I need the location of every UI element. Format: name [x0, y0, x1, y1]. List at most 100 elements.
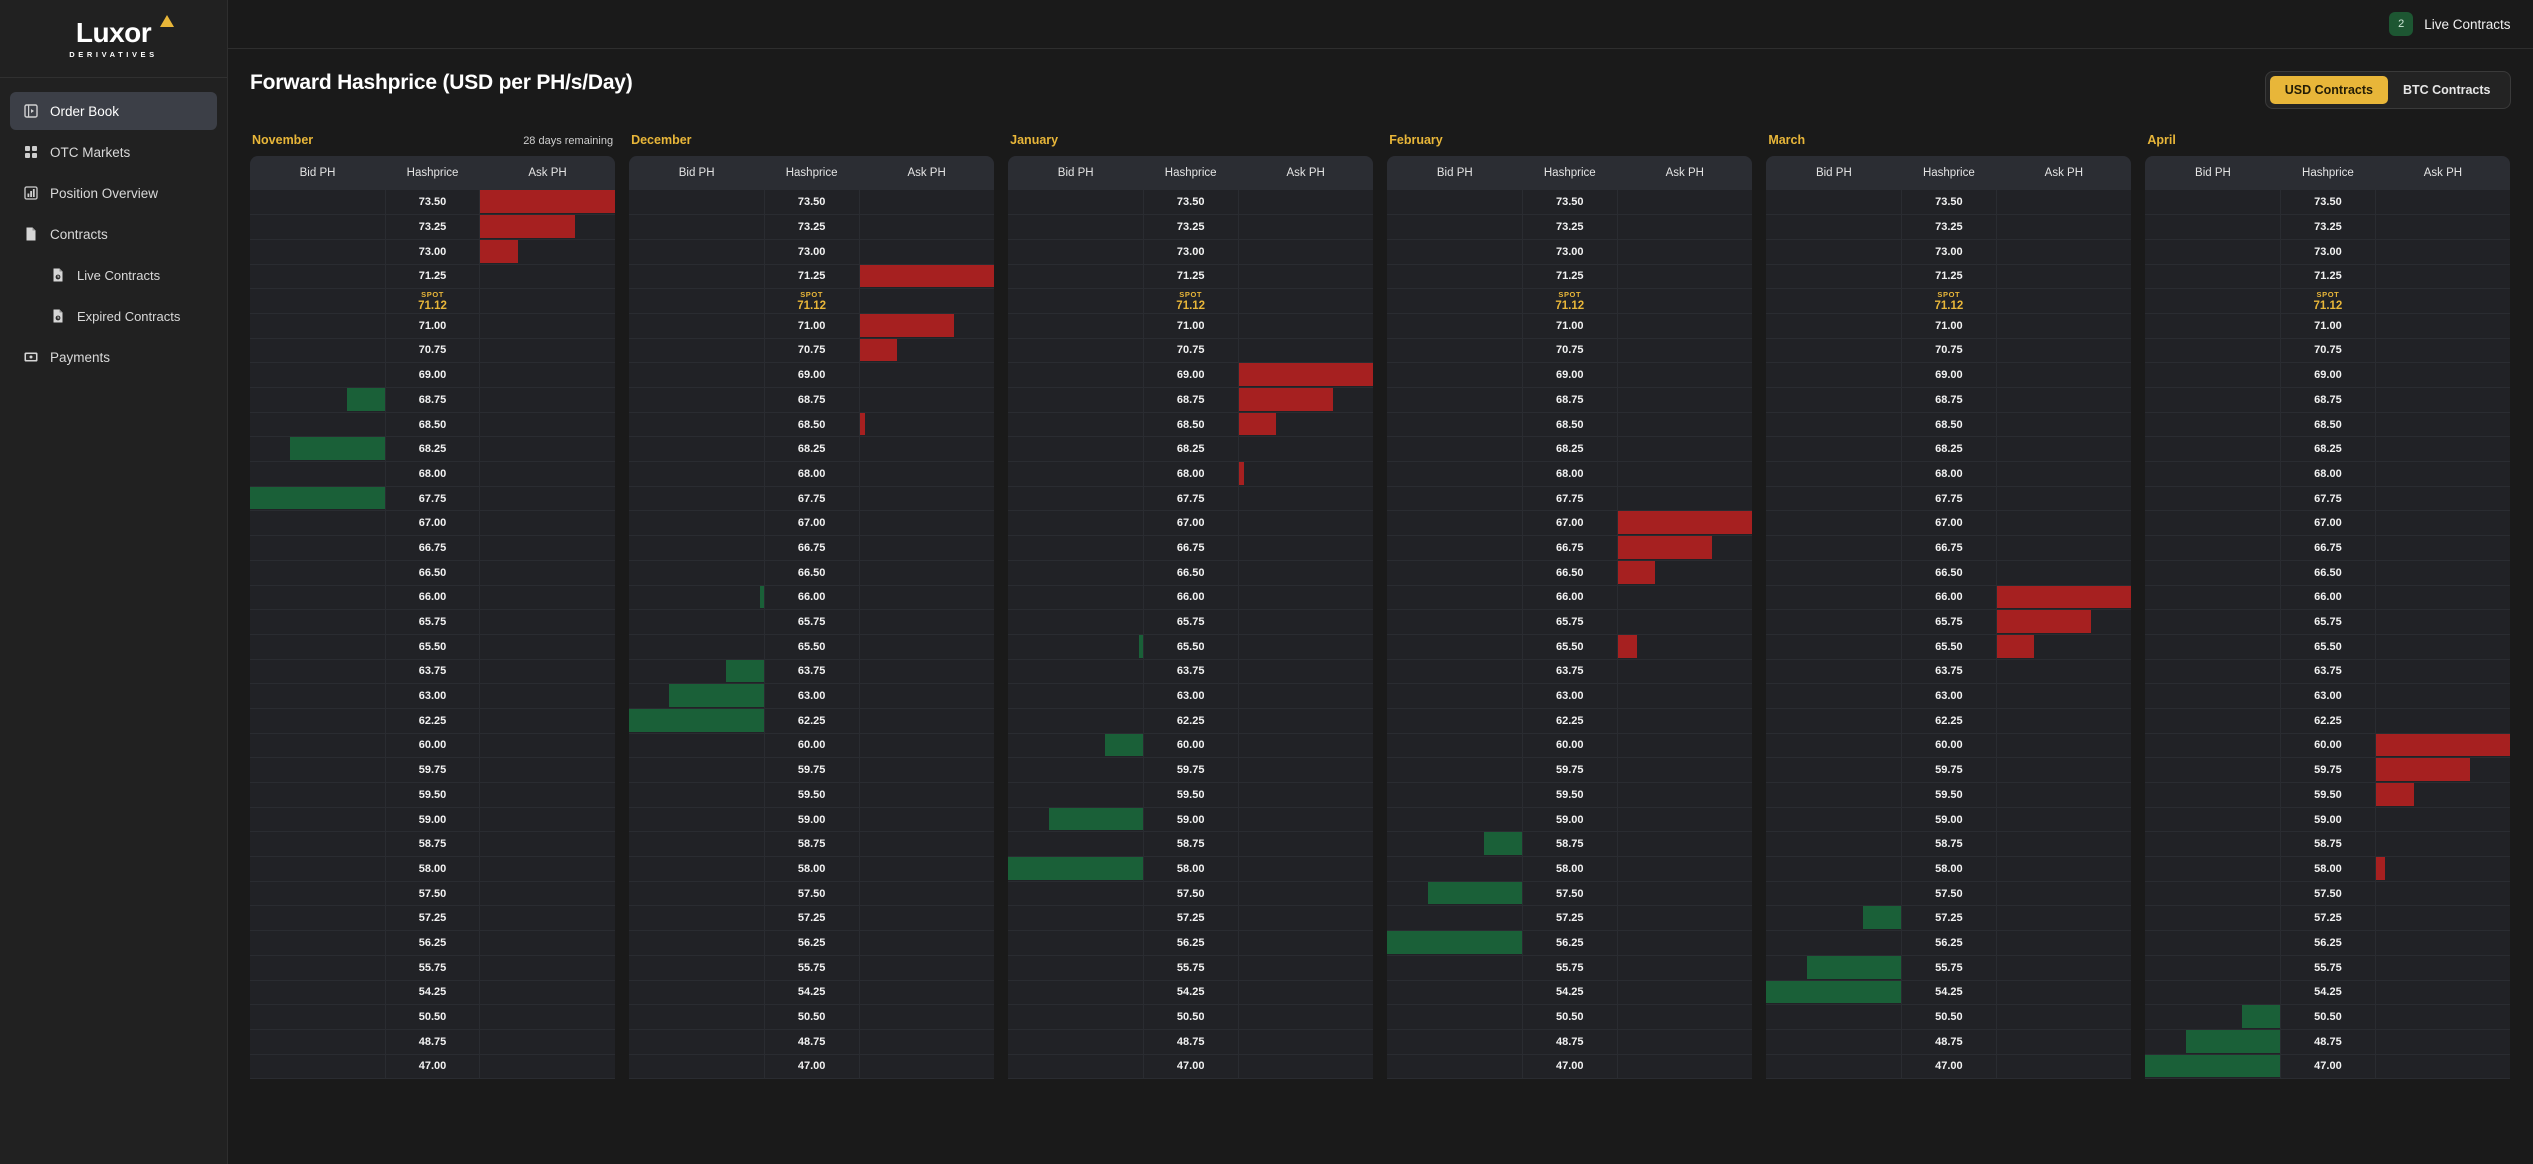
bid-cell[interactable] — [1008, 239, 1144, 265]
ladder-row[interactable]: 73.25 — [1766, 214, 2132, 240]
ladder-row[interactable]: 56.25 — [1008, 930, 1374, 956]
ladder-row[interactable]: 50.50 — [250, 1004, 616, 1030]
btc-contracts-button[interactable]: BTC Contracts — [2388, 76, 2506, 104]
ladder-row[interactable]: 66.50 — [629, 560, 995, 586]
bid-cell[interactable] — [2145, 436, 2281, 463]
ladder-row[interactable]: 59.00 — [1766, 807, 2132, 833]
ladder-row[interactable]: 57.25 — [1387, 905, 1753, 932]
bid-cell[interactable] — [1008, 338, 1144, 364]
ladder-row[interactable]: 73.00 — [1766, 239, 2132, 265]
bid-cell[interactable] — [1387, 881, 1523, 907]
bid-cell[interactable] — [629, 214, 765, 240]
ladder-row[interactable]: 68.00 — [250, 461, 616, 487]
ask-cell[interactable] — [2375, 387, 2511, 413]
ask-cell[interactable] — [859, 955, 995, 981]
ask-cell[interactable] — [479, 634, 616, 660]
ladder-row[interactable]: 66.00 — [250, 585, 616, 611]
ask-cell[interactable] — [479, 807, 616, 833]
ladder-row[interactable]: 73.50 — [250, 190, 616, 216]
ask-cell[interactable] — [859, 486, 995, 512]
ladder-row[interactable]: 54.25 — [2145, 980, 2511, 1006]
ask-cell[interactable] — [859, 757, 995, 783]
bid-cell[interactable] — [629, 510, 765, 537]
ladder-row[interactable]: 68.25 — [2145, 436, 2511, 463]
ask-cell[interactable] — [1996, 807, 2132, 833]
ladder-row[interactable]: 60.00 — [1387, 733, 1753, 759]
bid-cell[interactable] — [629, 757, 765, 783]
bid-cell[interactable] — [2145, 733, 2281, 759]
ladder-row[interactable]: 68.50 — [2145, 412, 2511, 438]
ladder-row[interactable]: 67.75 — [629, 486, 995, 512]
ask-cell[interactable] — [2375, 708, 2511, 734]
ladder-row[interactable]: 65.75 — [629, 609, 995, 635]
bid-cell[interactable] — [1387, 634, 1523, 660]
ask-cell[interactable] — [1617, 807, 1753, 833]
ladder-row[interactable]: 56.25 — [629, 930, 995, 956]
ladder-row[interactable]: 65.50 — [1387, 634, 1753, 660]
bid-cell[interactable] — [2145, 881, 2281, 907]
ladder-row[interactable]: 50.50 — [1008, 1004, 1374, 1030]
ask-cell[interactable] — [1617, 535, 1753, 561]
bid-cell[interactable] — [250, 955, 386, 981]
ladder-row[interactable]: 71.25 — [1766, 264, 2132, 290]
bid-cell[interactable] — [1766, 436, 1902, 463]
ask-cell[interactable] — [1617, 338, 1753, 364]
ask-cell[interactable] — [859, 905, 995, 932]
ask-cell[interactable] — [859, 634, 995, 660]
ask-cell[interactable] — [479, 1004, 616, 1030]
bid-cell[interactable] — [1387, 313, 1523, 339]
bid-cell[interactable] — [2145, 782, 2281, 808]
ladder-row[interactable]: 68.25 — [1008, 436, 1374, 463]
ladder-row[interactable]: 68.75 — [2145, 387, 2511, 413]
bid-cell[interactable] — [629, 288, 765, 314]
ask-cell[interactable] — [2375, 930, 2511, 956]
bid-cell[interactable] — [629, 1054, 765, 1080]
ladder-row[interactable]: 66.50 — [1387, 560, 1753, 586]
ladder-row[interactable]: 66.75 — [1387, 535, 1753, 561]
ask-cell[interactable] — [1617, 288, 1753, 314]
bid-cell[interactable] — [250, 362, 386, 388]
ladder-row[interactable]: 67.75 — [1008, 486, 1374, 512]
ladder-row[interactable]: 63.00 — [2145, 683, 2511, 709]
ask-cell[interactable] — [2375, 659, 2511, 685]
ask-cell[interactable] — [1617, 881, 1753, 907]
ask-cell[interactable] — [1238, 708, 1374, 734]
bid-cell[interactable] — [1766, 362, 1902, 388]
bid-cell[interactable] — [1766, 560, 1902, 586]
ladder-row[interactable]: 68.25 — [1766, 436, 2132, 463]
ladder-row[interactable]: 63.75 — [1766, 659, 2132, 685]
ask-cell[interactable] — [1617, 1054, 1753, 1080]
ladder-row[interactable]: 57.50 — [1008, 881, 1374, 907]
ask-cell[interactable] — [1238, 313, 1374, 339]
ask-cell[interactable] — [1617, 214, 1753, 240]
bid-cell[interactable] — [629, 634, 765, 660]
ask-cell[interactable] — [1617, 585, 1753, 611]
ask-cell[interactable] — [859, 560, 995, 586]
bid-cell[interactable] — [250, 881, 386, 907]
ask-cell[interactable] — [859, 609, 995, 635]
bid-cell[interactable] — [629, 239, 765, 265]
ask-cell[interactable] — [479, 461, 616, 487]
ladder-row[interactable]: 68.00 — [629, 461, 995, 487]
ladder-row[interactable]: 50.50 — [1387, 1004, 1753, 1030]
ladder-row[interactable]: 68.25 — [629, 436, 995, 463]
ladder-row[interactable]: 71.00 — [2145, 313, 2511, 339]
ladder-row[interactable]: 54.25 — [1387, 980, 1753, 1006]
bid-cell[interactable] — [2145, 807, 2281, 833]
bid-cell[interactable] — [1008, 881, 1144, 907]
bid-cell[interactable] — [629, 733, 765, 759]
ask-cell[interactable] — [1996, 634, 2132, 660]
ask-cell[interactable] — [479, 387, 616, 413]
ladder-row[interactable]: 59.50 — [250, 782, 616, 808]
ask-cell[interactable] — [859, 1029, 995, 1055]
bid-cell[interactable] — [2145, 412, 2281, 438]
bid-cell[interactable] — [1008, 313, 1144, 339]
bid-cell[interactable] — [1766, 412, 1902, 438]
ask-cell[interactable] — [1238, 412, 1374, 438]
ask-cell[interactable] — [1996, 585, 2132, 611]
bid-cell[interactable] — [2145, 288, 2281, 314]
ladder-row[interactable]: 68.25 — [250, 436, 616, 463]
bid-cell[interactable] — [2145, 264, 2281, 290]
ladder-row[interactable]: 55.75 — [250, 955, 616, 981]
ask-cell[interactable] — [1238, 338, 1374, 364]
